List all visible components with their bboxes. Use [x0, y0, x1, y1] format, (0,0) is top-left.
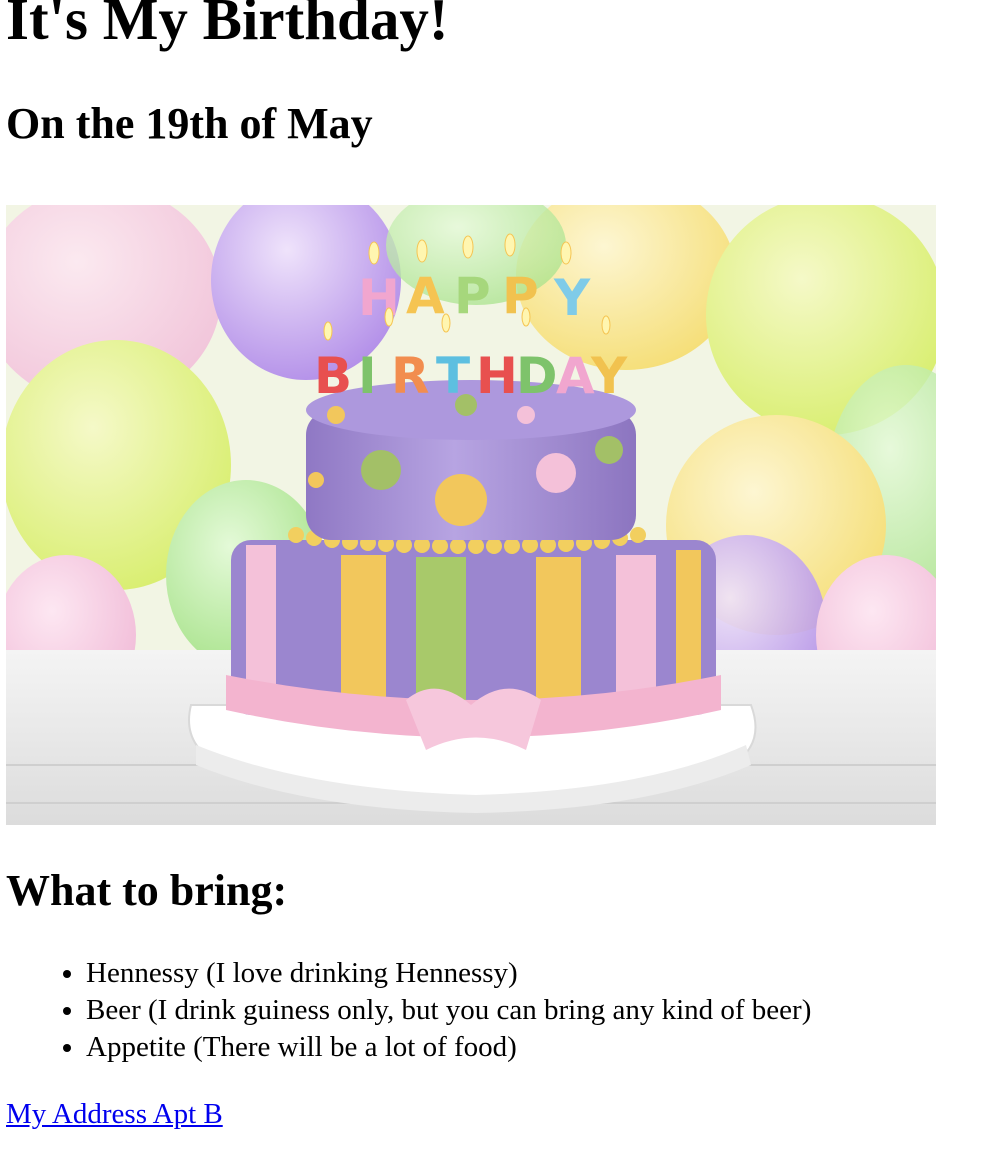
page-content: It's My Birthday! On the 19th of May H A… — [6, 0, 996, 1133]
candle-letter: H — [358, 269, 400, 327]
candle-letter: H — [476, 347, 518, 405]
candle-letter: T — [436, 347, 470, 405]
candle-letter: B — [314, 347, 352, 405]
list-item: Appetite (There will be a lot of food) — [86, 1029, 996, 1066]
bring-list: Hennessy (I love drinking Hennessy) Beer… — [6, 955, 996, 1066]
birthday-cake-image: H A P P Y B I R T H D A Y — [6, 205, 936, 825]
candle-letter: D — [516, 347, 558, 405]
what-to-bring-heading: What to bring: — [6, 866, 288, 915]
candle-letter: A — [556, 347, 595, 405]
list-item: Hennessy (I love drinking Hennessy) — [86, 955, 996, 992]
party-date-heading: On the 19th of May — [6, 99, 373, 148]
candle-letter: P — [502, 267, 539, 325]
address-link[interactable]: My Address Apt B — [6, 1096, 223, 1133]
candle-letter: I — [358, 347, 377, 405]
candle-letter: R — [391, 347, 430, 405]
candle-letter: A — [406, 267, 445, 325]
candle-letter: Y — [553, 269, 591, 327]
candle-letter: Y — [590, 347, 628, 405]
page-title: It's My Birthday! — [6, 0, 449, 52]
list-item: Beer (I drink guiness only, but you can … — [86, 992, 996, 1029]
candle-letter: P — [454, 267, 491, 325]
